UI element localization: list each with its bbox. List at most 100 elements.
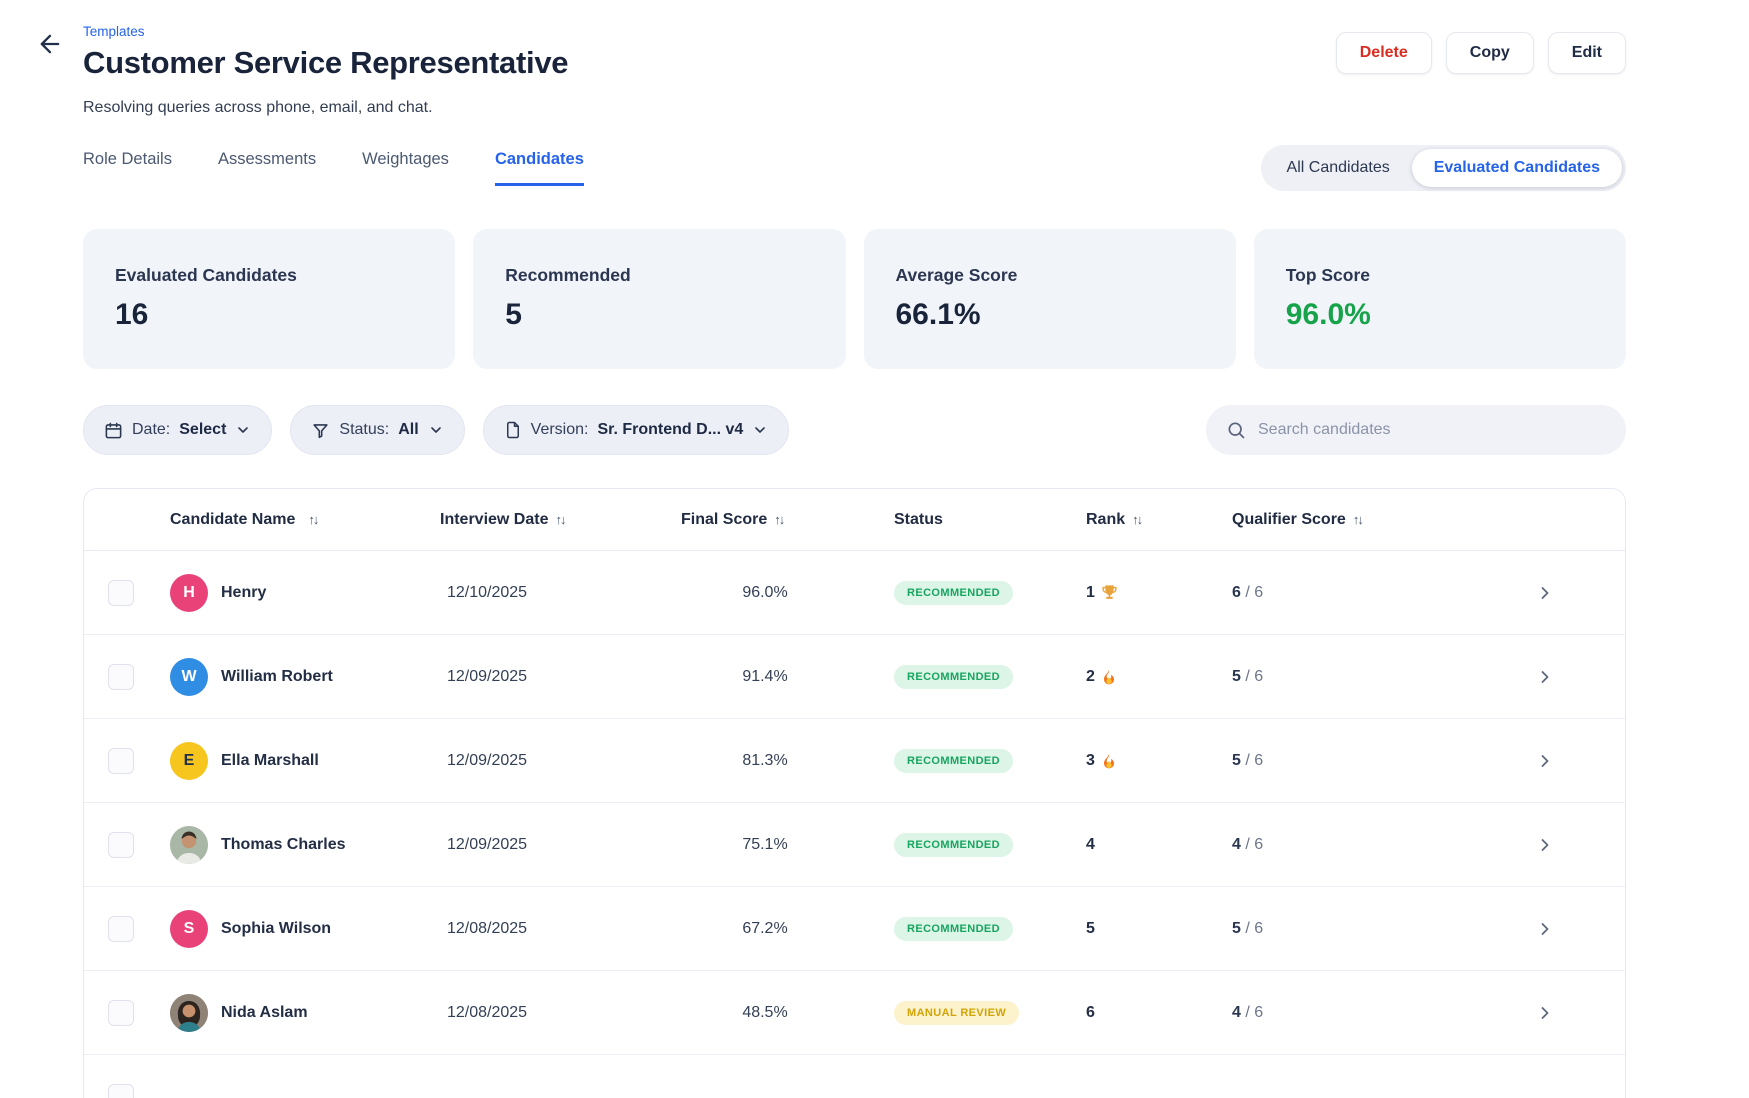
toggle-all-candidates[interactable]: All Candidates <box>1265 149 1412 187</box>
sort-icon[interactable]: ↑↓ <box>308 512 317 527</box>
qualifier-total: / 6 <box>1241 1004 1263 1021</box>
column-qualifier-score[interactable]: Qualifier Score↑↓ <box>1225 511 1465 529</box>
filter-value: Sr. Frontend D... v4 <box>597 421 743 439</box>
candidates-table: Candidate Name↑↓ Interview Date↑↓ Final … <box>83 488 1626 1098</box>
row-checkbox[interactable] <box>108 664 134 690</box>
final-score: 96.0% <box>675 584 885 602</box>
version-filter-dropdown[interactable]: Version: Sr. Frontend D... v4 <box>483 405 790 455</box>
qualifier-score: 5 <box>1232 920 1241 937</box>
status-badge: RECOMMENDED <box>894 833 1013 857</box>
qualifier-total: / 6 <box>1241 584 1263 601</box>
status-filter-dropdown[interactable]: Status: All <box>290 405 464 455</box>
stat-value: 16 <box>115 298 423 332</box>
row-checkbox[interactable] <box>108 1084 134 1098</box>
toggle-evaluated-candidates[interactable]: Evaluated Candidates <box>1412 149 1622 187</box>
chevron-right-icon[interactable] <box>1535 667 1555 687</box>
column-final-score[interactable]: Final Score↑↓ <box>675 511 885 529</box>
table-row[interactable]: W William Robert 12/09/2025 91.4% RECOMM… <box>84 635 1625 719</box>
qualifier-total: / 6 <box>1241 668 1263 685</box>
final-score: 75.1% <box>675 836 885 854</box>
stat-value: 96.0% <box>1286 298 1594 332</box>
breadcrumb[interactable]: Templates <box>83 24 568 39</box>
qualifier-score: 4 <box>1232 1004 1241 1021</box>
page-title: Customer Service Representative <box>83 45 568 81</box>
sort-icon[interactable]: ↑↓ <box>1353 512 1362 527</box>
candidate-name: Ella Marshall <box>221 752 319 770</box>
rank-value: 3 <box>1086 752 1095 770</box>
delete-button[interactable]: Delete <box>1336 32 1432 74</box>
row-checkbox[interactable] <box>108 748 134 774</box>
stat-card-recommended: Recommended 5 <box>473 229 845 369</box>
candidate-name: Nida Aslam <box>221 1004 308 1022</box>
search-candidates <box>1206 405 1626 455</box>
candidate-name: Thomas Charles <box>221 836 345 854</box>
qualifier-total: / 6 <box>1241 920 1263 937</box>
table-row[interactable]: E Ella Marshall 12/09/2025 81.3% RECOMME… <box>84 719 1625 803</box>
status-badge: RECOMMENDED <box>894 665 1013 689</box>
table-row[interactable]: Nida Aslam 12/08/2025 48.5% MANUAL REVIE… <box>84 971 1625 1055</box>
copy-button[interactable]: Copy <box>1446 32 1534 74</box>
avatar: S <box>170 910 208 948</box>
table-row[interactable]: S Sophia Wilson 12/08/2025 67.2% RECOMME… <box>84 887 1625 971</box>
tab-role-details[interactable]: Role Details <box>83 150 172 186</box>
column-interview-date[interactable]: Interview Date↑↓ <box>440 511 675 529</box>
stat-label: Average Score <box>896 265 1204 286</box>
final-score: 67.2% <box>675 920 885 938</box>
row-checkbox[interactable] <box>108 832 134 858</box>
sort-icon[interactable]: ↑↓ <box>555 512 564 527</box>
search-input[interactable] <box>1258 421 1606 439</box>
avatar: H <box>170 574 208 612</box>
qualifier-score: 5 <box>1232 668 1241 685</box>
tab-weightages[interactable]: Weightages <box>362 150 449 186</box>
stat-label: Recommended <box>505 265 813 286</box>
qualifier-score: 6 <box>1232 584 1241 601</box>
page-header: Templates Customer Service Representativ… <box>83 0 1626 117</box>
back-arrow-button[interactable] <box>36 30 64 58</box>
final-score: 81.3% <box>675 752 885 770</box>
status-badge: RECOMMENDED <box>894 749 1013 773</box>
stat-label: Top Score <box>1286 265 1594 286</box>
table-row[interactable]: H Henry 12/10/2025 96.0% RECOMMENDED 1 6… <box>84 551 1625 635</box>
column-candidate-name[interactable]: Candidate Name↑↓ <box>140 511 440 529</box>
table-row[interactable]: Thomas Charles 12/09/2025 75.1% RECOMMEN… <box>84 803 1625 887</box>
tab-assessments[interactable]: Assessments <box>218 150 316 186</box>
sort-icon[interactable]: ↑↓ <box>774 512 783 527</box>
avatar: W <box>170 658 208 696</box>
filter-bar: Date: Select Status: All Version: Sr. Fr… <box>83 405 789 455</box>
filter-label: Date: <box>132 421 170 439</box>
edit-button[interactable]: Edit <box>1548 32 1626 74</box>
funnel-icon <box>311 421 330 440</box>
rank-value: 2 <box>1086 668 1095 686</box>
candidate-name: Sophia Wilson <box>221 920 331 938</box>
chevron-right-icon[interactable] <box>1535 919 1555 939</box>
filter-label: Version: <box>531 421 589 439</box>
chevron-right-icon[interactable] <box>1535 1003 1555 1023</box>
column-status: Status <box>885 511 1080 529</box>
rank-value: 1 <box>1086 584 1095 602</box>
status-badge: RECOMMENDED <box>894 581 1013 605</box>
row-checkbox[interactable] <box>108 916 134 942</box>
rank-value: 4 <box>1086 836 1095 854</box>
date-filter-dropdown[interactable]: Date: Select <box>83 405 272 455</box>
interview-date: 12/08/2025 <box>440 920 675 938</box>
interview-date: 12/08/2025 <box>440 1004 675 1022</box>
stat-value: 66.1% <box>896 298 1204 332</box>
sort-icon[interactable]: ↑↓ <box>1132 512 1141 527</box>
tab-candidates[interactable]: Candidates <box>495 150 584 186</box>
row-checkbox[interactable] <box>108 580 134 606</box>
table-header: Candidate Name↑↓ Interview Date↑↓ Final … <box>84 489 1625 551</box>
interview-date: 12/09/2025 <box>440 752 675 770</box>
candidate-name: Henry <box>221 584 266 602</box>
chevron-right-icon[interactable] <box>1535 751 1555 771</box>
table-row[interactable] <box>84 1055 1625 1098</box>
chevron-right-icon[interactable] <box>1535 835 1555 855</box>
search-icon <box>1226 420 1246 440</box>
row-checkbox[interactable] <box>108 1000 134 1026</box>
column-rank[interactable]: Rank↑↓ <box>1080 511 1225 529</box>
candidates-view-toggle: All Candidates Evaluated Candidates <box>1261 145 1626 191</box>
chevron-down-icon <box>428 422 444 438</box>
rank-value: 6 <box>1086 1004 1095 1022</box>
interview-date: 12/09/2025 <box>440 836 675 854</box>
filter-value: Select <box>179 421 226 439</box>
chevron-right-icon[interactable] <box>1535 583 1555 603</box>
